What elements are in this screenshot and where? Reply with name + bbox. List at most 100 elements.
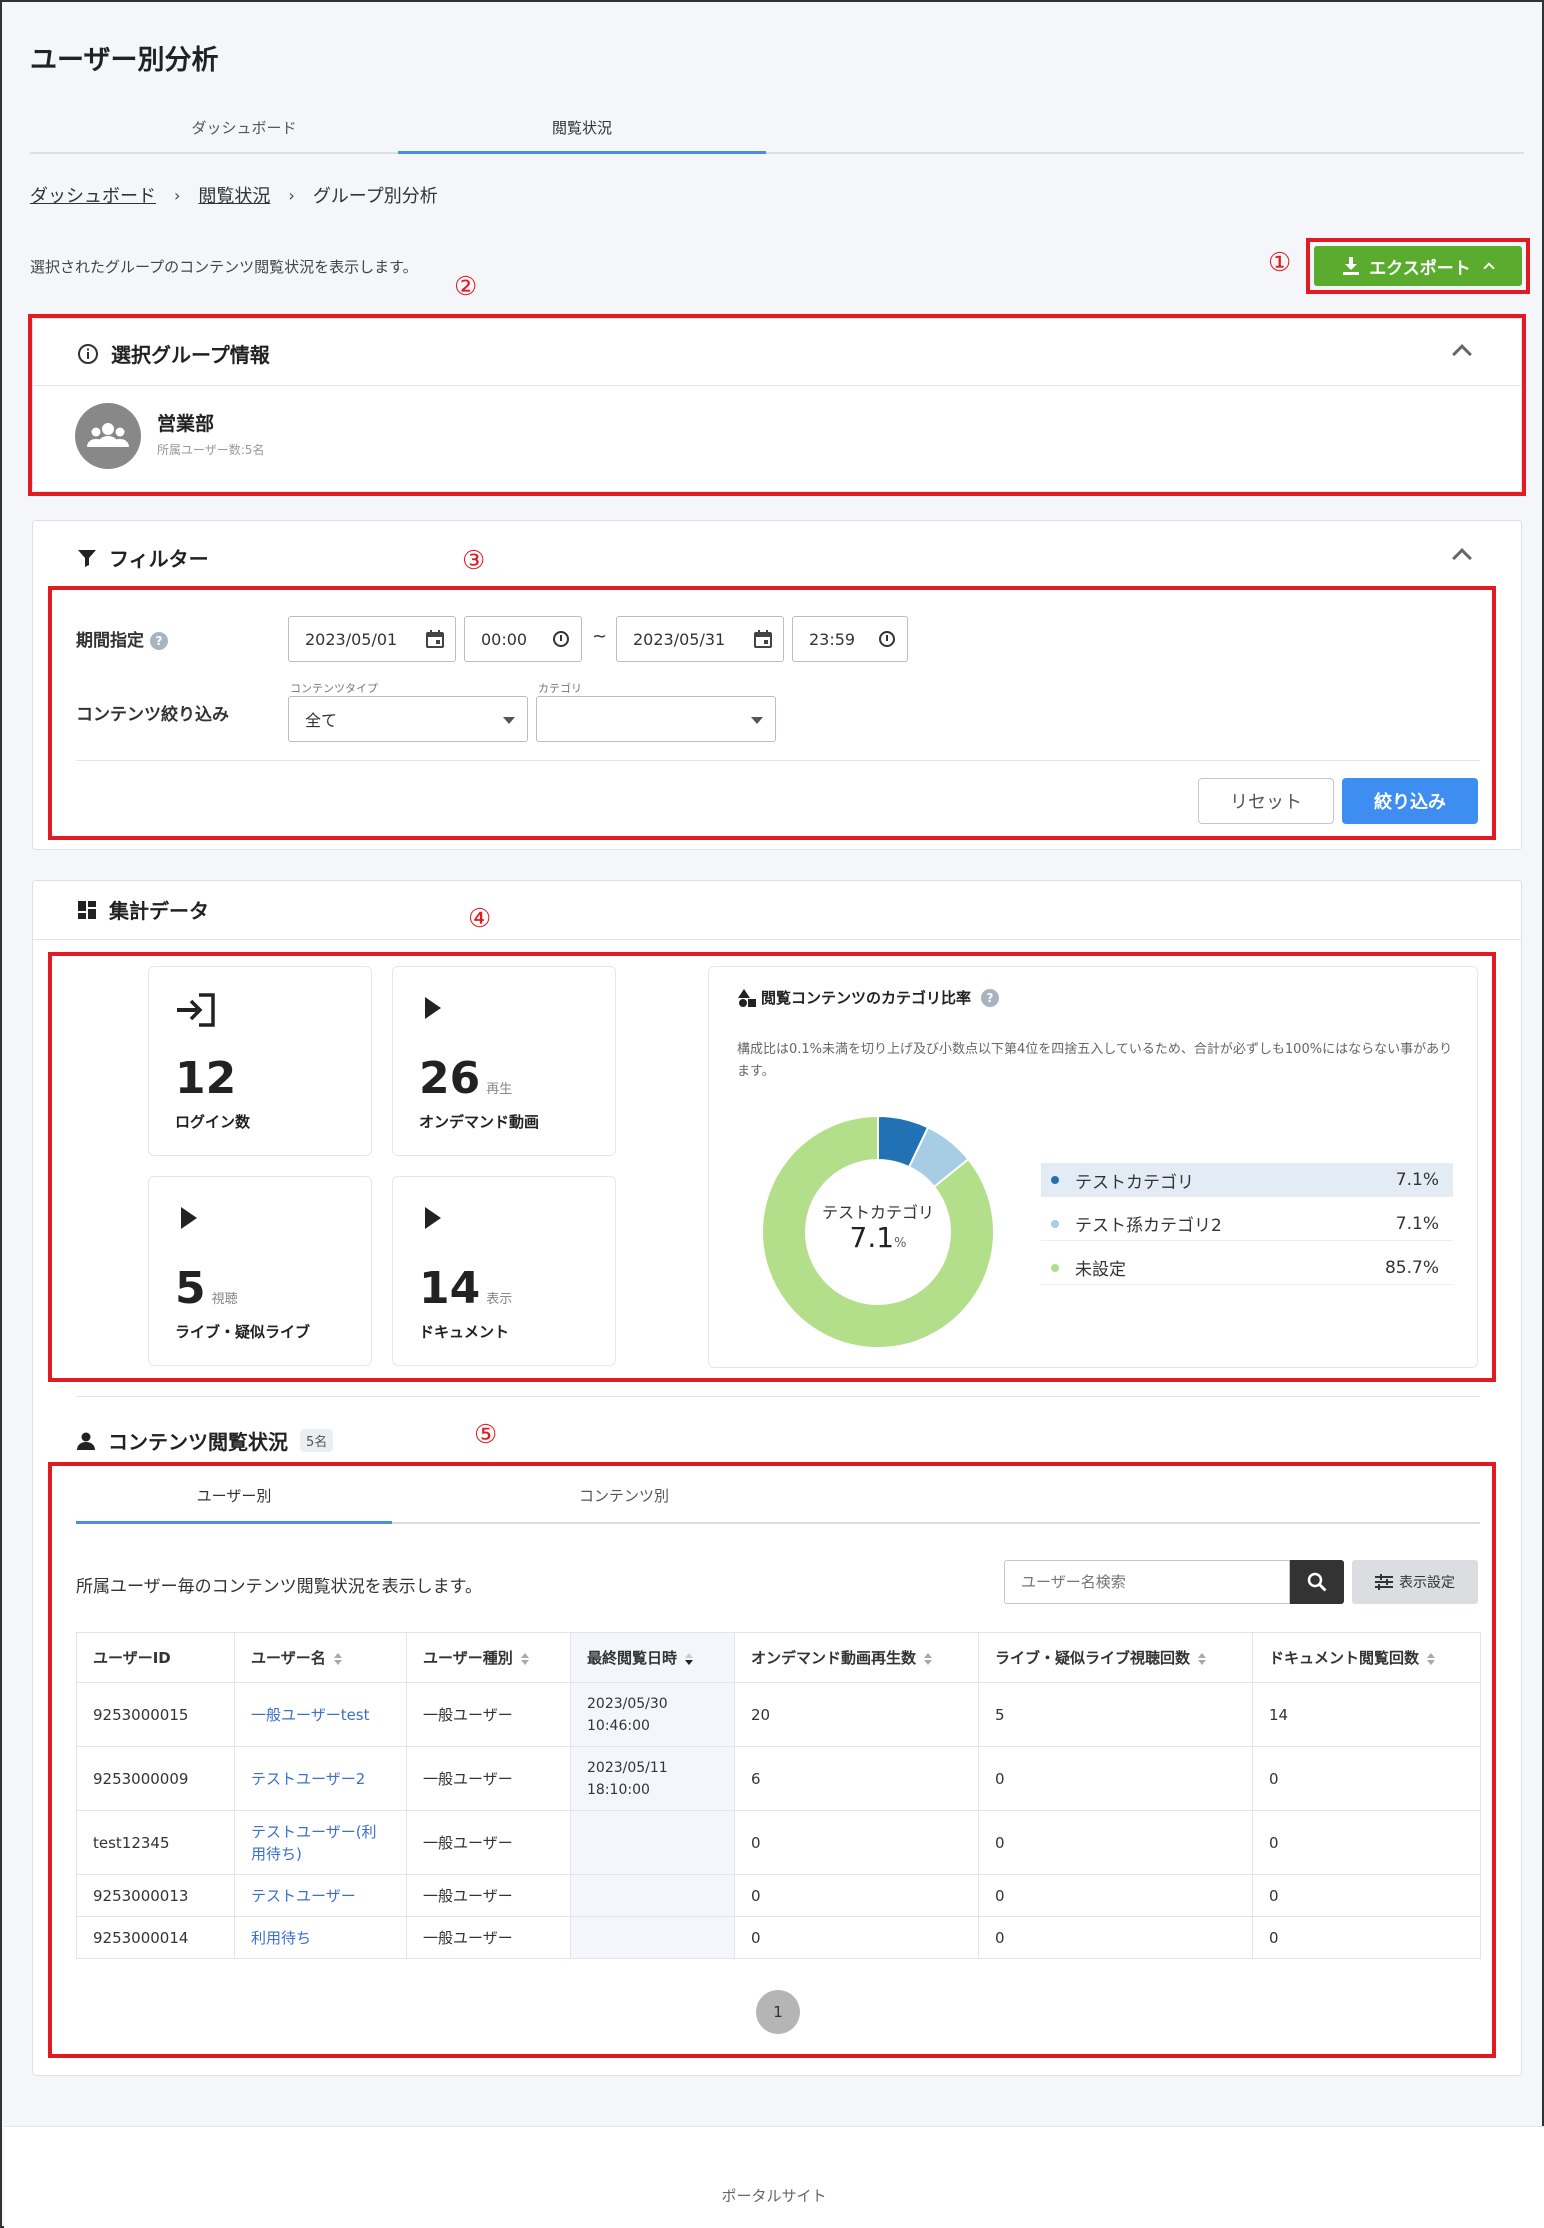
sort-icon[interactable] xyxy=(1198,1652,1207,1665)
legend-dot xyxy=(1051,1263,1059,1272)
summary-title: 集計データ xyxy=(109,899,209,923)
filter-icon xyxy=(78,549,96,567)
tab-by-user[interactable]: ユーザー別 xyxy=(76,1474,392,1524)
clock-icon xyxy=(553,631,569,647)
apply-filter-button[interactable]: 絞り込み xyxy=(1342,778,1478,824)
cell-ondemand-count: 6 xyxy=(734,1746,979,1811)
display-settings-button[interactable]: 表示設定 xyxy=(1352,1560,1478,1604)
reset-button[interactable]: リセット xyxy=(1198,778,1334,824)
annotation-3: ③ xyxy=(462,546,486,576)
cell-document-count: 0 xyxy=(1252,1746,1481,1811)
start-time-input[interactable]: 00:00 xyxy=(464,616,582,662)
pagination-page-1[interactable]: 1 xyxy=(756,1990,800,2034)
cell-live-count: 0 xyxy=(978,1810,1253,1875)
stat-live-value: 5 xyxy=(175,1263,206,1314)
stat-live-unit: 視聴 xyxy=(211,1292,238,1307)
legend-item[interactable]: 未設定 85.7% xyxy=(1041,1251,1453,1285)
cell-last-viewed: 2023/05/30 10:46:00 xyxy=(570,1682,735,1747)
cell-live-count: 0 xyxy=(978,1874,1253,1917)
collapse-icon[interactable] xyxy=(1452,548,1472,568)
column-header[interactable]: ドキュメント閲覧回数 xyxy=(1252,1632,1481,1683)
export-label: エクスポート xyxy=(1369,258,1471,279)
column-header[interactable]: ユーザー名 xyxy=(234,1632,407,1683)
filter-title: フィルター xyxy=(109,547,209,571)
calendar-icon xyxy=(754,630,772,648)
divider xyxy=(33,939,1521,940)
cell-user-id: 9253000009 xyxy=(76,1746,235,1811)
cell-user-name-link[interactable]: 利用待ち xyxy=(234,1916,407,1959)
stat-login-label: ログイン数 xyxy=(175,1113,251,1131)
sort-desc-icon[interactable] xyxy=(685,1652,694,1665)
content-type-select[interactable]: 全て xyxy=(288,696,528,742)
sort-icon[interactable] xyxy=(924,1652,933,1665)
breadcrumb-browse-status[interactable]: 閲覧状況 xyxy=(198,182,270,208)
column-header[interactable]: ライブ・疑似ライブ視聴回数 xyxy=(978,1632,1253,1683)
divider xyxy=(76,760,1480,761)
column-header[interactable]: 最終閲覧日時 xyxy=(570,1632,735,1683)
export-button[interactable]: エクスポート xyxy=(1314,246,1522,286)
page-title: ユーザー別分析 xyxy=(30,45,219,76)
cell-user-name-link[interactable]: 一般ユーザーtest xyxy=(234,1682,407,1747)
table-row: 9253000015 一般ユーザーtest 一般ユーザー 2023/05/30 … xyxy=(76,1682,1481,1747)
help-icon[interactable]: ? xyxy=(150,632,168,650)
user-count-badge: 5名 xyxy=(300,1429,334,1452)
legend-dot xyxy=(1051,1176,1059,1184)
help-icon[interactable]: ? xyxy=(981,988,1000,1007)
cell-user-name-link[interactable]: テストユーザー xyxy=(234,1874,407,1917)
period-label: 期間指定? xyxy=(76,626,168,651)
tab-browse-status[interactable]: 閲覧状況 xyxy=(398,106,766,154)
column-header: ユーザーID xyxy=(76,1632,235,1683)
stat-live-label: ライブ・疑似ライブ xyxy=(175,1323,311,1341)
cell-user-name-link[interactable]: テストユーザー(利用待ち) xyxy=(234,1810,407,1875)
stat-document-label: ドキュメント xyxy=(419,1323,510,1341)
breadcrumb-dashboard[interactable]: ダッシュボード xyxy=(30,182,156,208)
sort-icon[interactable] xyxy=(520,1652,529,1665)
chevron-right-icon: › xyxy=(174,185,181,205)
tab-by-content[interactable]: コンテンツ別 xyxy=(466,1474,782,1524)
stat-ondemand-value: 26 xyxy=(419,1053,481,1104)
cell-user-name-link[interactable]: テストユーザー2 xyxy=(234,1746,407,1811)
cell-user-type: 一般ユーザー xyxy=(406,1810,571,1875)
clock-icon xyxy=(879,631,895,647)
users-table: ユーザーID ユーザー名 ユーザー種別 最終閲覧日時 オンデマンド動画再生数 ラ… xyxy=(76,1632,1481,1959)
legend-item[interactable]: テスト孫カテゴリ2 7.1% xyxy=(1041,1207,1453,1241)
cell-document-count: 14 xyxy=(1252,1682,1481,1747)
table-row: 9253000009 テストユーザー2 一般ユーザー 2023/05/11 18… xyxy=(76,1746,1481,1811)
column-header[interactable]: オンデマンド動画再生数 xyxy=(734,1632,979,1683)
legend-dot xyxy=(1051,1219,1059,1228)
stat-login-value: 12 xyxy=(175,1053,237,1104)
user-search-input[interactable] xyxy=(1004,1560,1290,1604)
legend-item[interactable]: テストカテゴリ 7.1% xyxy=(1041,1163,1453,1197)
cell-user-id: 9253000015 xyxy=(76,1682,235,1747)
cell-ondemand-count: 0 xyxy=(734,1916,979,1959)
browse-title: コンテンツ閲覧状況 xyxy=(108,1430,288,1454)
category-select[interactable] xyxy=(536,696,776,742)
cell-user-type: 一般ユーザー xyxy=(406,1874,571,1917)
sort-icon[interactable] xyxy=(1427,1652,1436,1665)
search-button[interactable] xyxy=(1290,1560,1344,1604)
annotation-4: ④ xyxy=(468,904,492,934)
tune-icon xyxy=(1375,1574,1393,1590)
annotation-5: ⑤ xyxy=(474,1420,498,1450)
column-header[interactable]: ユーザー種別 xyxy=(406,1632,571,1683)
end-date-input[interactable]: 2023/05/31 xyxy=(616,616,784,662)
browse-tabs: ユーザー別 コンテンツ別 xyxy=(76,1474,1480,1524)
start-date-input[interactable]: 2023/05/01 xyxy=(288,616,456,662)
cell-last-viewed: 2023/05/11 18:10:00 xyxy=(570,1746,735,1811)
sort-icon[interactable] xyxy=(333,1652,342,1665)
divider xyxy=(76,1396,1480,1397)
tab-dashboard[interactable]: ダッシュボード xyxy=(60,106,428,154)
play-icon xyxy=(425,997,441,1019)
shapes-icon xyxy=(738,988,756,1007)
app-frame: ユーザー別分析 ダッシュボード 閲覧状況 ダッシュボード › 閲覧状況 › グル… xyxy=(0,0,1544,2228)
range-separator: ~ xyxy=(592,626,608,647)
annotation-1: ① xyxy=(1268,248,1292,278)
cell-user-type: 一般ユーザー xyxy=(406,1682,571,1747)
stat-document-unit: 表示 xyxy=(486,1292,513,1307)
top-tabs: ダッシュボード 閲覧状況 xyxy=(30,106,1524,154)
end-time-input[interactable]: 23:59 xyxy=(792,616,908,662)
table-row: test12345 テストユーザー(利用待ち) 一般ユーザー 0 0 0 xyxy=(76,1810,1481,1875)
footer-portal-link[interactable]: ポータルサイト xyxy=(4,2185,1544,2206)
cell-user-id: test12345 xyxy=(76,1810,235,1875)
ratio-note: 構成比は0.1%未満を切り上げ及び小数点以下第4位を四捨五入しているため、合計が… xyxy=(737,1042,1453,1079)
